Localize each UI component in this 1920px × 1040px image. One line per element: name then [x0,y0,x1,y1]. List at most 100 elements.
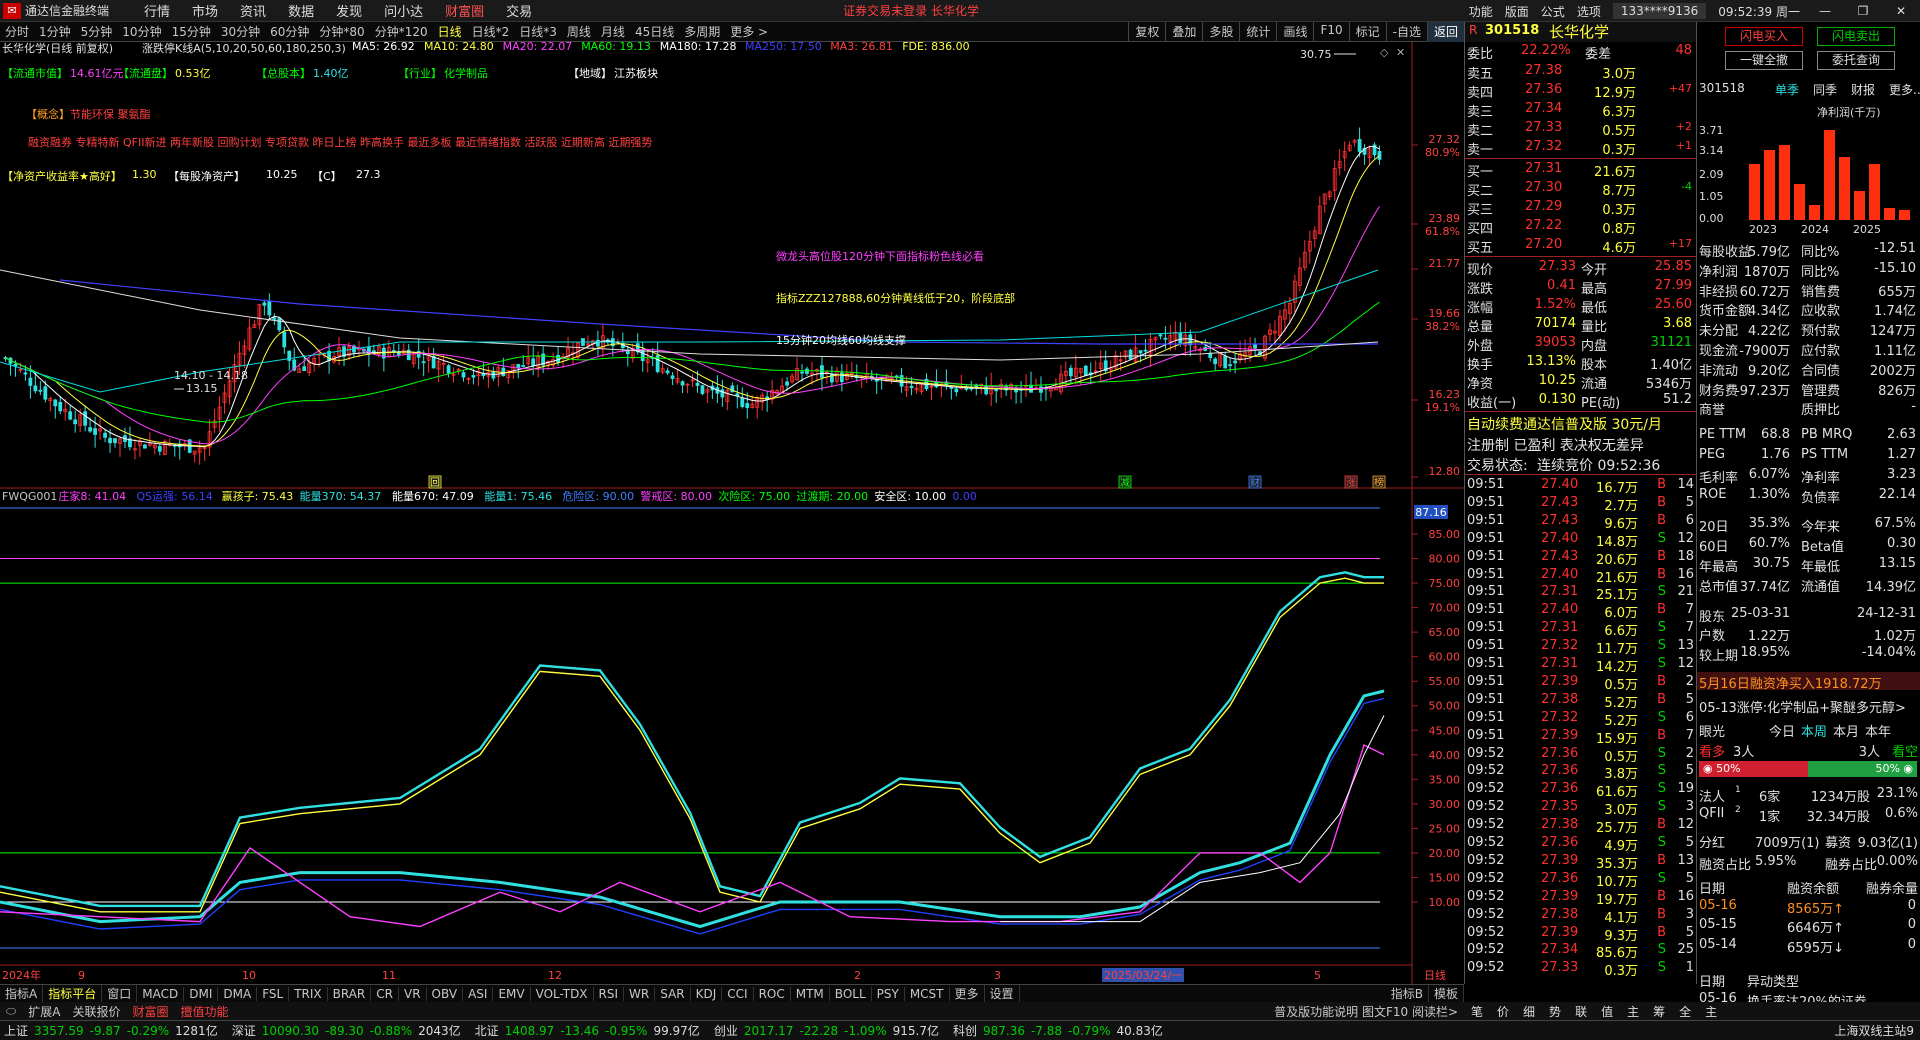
indicator-tab-11[interactable]: OBV [427,986,464,1001]
ask-row-1[interactable]: 卖四 27.36 12.9万 +47 [1465,81,1696,101]
toggle-icon[interactable]: ⬭ [0,1004,22,1019]
bid-row-0[interactable]: 买一 27.31 21.6万 [1465,160,1696,180]
menu-item-5[interactable]: 问小达 [384,1,423,20]
menu-formula[interactable]: 公式 [1541,3,1565,20]
ask-row-0[interactable]: 卖五 27.38 3.0万 [1465,62,1696,82]
period-tab-14[interactable]: 45日线 [635,23,674,40]
view-tab-2[interactable]: 本周 [1801,721,1827,740]
ask-row-3[interactable]: 卖二 27.33 0.5万 +2 [1465,119,1696,139]
help-link[interactable]: 普及版功能说明 图文F10 阅读栏> [1268,1003,1464,1020]
toolbar-btn-2[interactable]: 多股 [1202,22,1239,42]
bid-row-1[interactable]: 买二 27.30 8.7万 -4 [1465,179,1696,199]
kline-chart[interactable]: 27.32 80.9% 23.89 61.8% 21.77 19.66 38.2% 16.23… [0,40,1464,984]
margin-text[interactable]: 5月16日融资净买入1918.72万 [1699,673,1882,692]
index-name-1[interactable]: 深证 [232,1022,256,1039]
toolbar-btn-7[interactable]: -自选 [1385,22,1427,42]
ext-tab-1[interactable]: 关联报价 [66,1003,126,1020]
indicator-tab-9[interactable]: CR [371,986,399,1001]
toolbar-btn-1[interactable]: 叠加 [1165,22,1202,42]
quote-tab-4[interactable]: 联 [1568,1003,1594,1020]
menu-layout[interactable]: 版面 [1505,3,1529,20]
menu-function[interactable]: 功能 [1469,3,1493,20]
period-tab-9[interactable]: 日线 [438,23,462,40]
view-tab-0[interactable]: 眼光 [1699,721,1725,740]
quote-tab-6[interactable]: 主 [1620,1003,1646,1020]
menu-item-6[interactable]: 财富圈 [445,1,484,20]
ext-tab-0[interactable]: 扩展A [22,1003,66,1020]
menu-item-7[interactable]: 交易 [506,1,532,20]
index-name-3[interactable]: 创业 [714,1022,738,1039]
period-tab-7[interactable]: 分钟*80 [319,23,364,40]
menu-item-1[interactable]: 市场 [192,1,218,20]
f10-tab-2[interactable]: 财报 [1851,81,1875,98]
f10-tab-3[interactable]: 更多.. [1889,81,1920,98]
indicator-tab-17[interactable]: SAR [655,986,691,1001]
period-tab-11[interactable]: 日线*3 [519,23,557,40]
indicator-tab-6[interactable]: FSL [257,986,290,1001]
period-tab-3[interactable]: 10分钟 [122,23,161,40]
quote-tab-2[interactable]: 细 [1516,1003,1542,1020]
indicator-tab-0[interactable]: 指标A [0,985,44,1002]
toolbar-btn-3[interactable]: 统计 [1239,22,1276,42]
index-name-0[interactable]: 上证 [4,1022,28,1039]
indicator-tab-20[interactable]: ROC [754,986,791,1001]
quote-tab-9[interactable]: 主 [1698,1003,1724,1020]
limit-text[interactable]: 05-13涨停:化学制品+聚醚多元醇> [1699,697,1906,716]
flash-sell-button[interactable]: 闪电卖出 [1817,27,1895,46]
indicator-tab-26[interactable]: 设置 [985,985,1020,1002]
server-name[interactable]: 上海双线主站9 [1834,1022,1914,1039]
ask-row-4[interactable]: 卖一 27.32 0.3万 +1 [1465,138,1696,158]
cancel-all-button[interactable]: 一键全撤 [1725,51,1803,70]
f10-tab-0[interactable]: 单季 [1775,81,1799,98]
period-tab-2[interactable]: 5分钟 [81,23,113,40]
index-name-2[interactable]: 北证 [475,1022,499,1039]
limit-banner[interactable]: 05-13涨停:化学制品+聚醚多元醇> [1697,696,1920,716]
period-tab-0[interactable]: 分时 [5,23,29,40]
indicator-tab-3[interactable]: MACD [137,986,185,1001]
f10-tab-1[interactable]: 同季 [1813,81,1837,98]
period-tab-15[interactable]: 多周期 [684,23,720,40]
indicator-tab-right-1[interactable]: 模板 [1429,985,1464,1002]
bid-row-4[interactable]: 买五 27.20 4.6万 +17 [1465,236,1696,256]
period-tab-6[interactable]: 60分钟 [270,23,309,40]
quote-tab-7[interactable]: 筹 [1646,1003,1672,1020]
ext-tab-3[interactable]: 擅值功能 [175,1003,235,1020]
menu-item-3[interactable]: 数据 [288,1,314,20]
ad-1-text[interactable]: 自动续费通达信普及版 30元/月 [1467,414,1662,434]
indicator-tab-24[interactable]: MCST [905,986,950,1001]
minimize-icon[interactable]: — [1812,4,1838,18]
indicator-tab-23[interactable]: PSY [872,986,905,1001]
indicator-tab-right-0[interactable]: 指标B [1386,985,1429,1002]
indicator-tab-12[interactable]: ASI [463,986,494,1001]
indicator-tab-13[interactable]: EMV [493,986,531,1001]
bid-row-2[interactable]: 买三 27.29 0.3万 [1465,198,1696,218]
toolbar-btn-6[interactable]: 标记 [1348,22,1386,42]
indicator-tab-10[interactable]: VR [399,986,427,1001]
indicator-tab-8[interactable]: BRAR [328,986,372,1001]
account-id[interactable]: 133****9136 [1612,3,1707,19]
toolbar-btn-5[interactable]: F10 [1313,22,1348,42]
indicator-tab-15[interactable]: RSI [594,986,625,1001]
quote-tab-8[interactable]: 全 [1672,1003,1698,1020]
period-tab-13[interactable]: 月线 [601,23,625,40]
order-query-button[interactable]: 委托查询 [1817,51,1895,70]
bid-row-3[interactable]: 买四 27.22 0.8万 [1465,217,1696,237]
period-tab-4[interactable]: 15分钟 [172,23,211,40]
quote-tab-5[interactable]: 值 [1594,1003,1620,1020]
toolbar-btn-4[interactable]: 画线 [1276,22,1313,42]
maximize-icon[interactable]: ❐ [1850,4,1876,18]
view-tab-4[interactable]: 本年 [1865,721,1891,740]
period-tab-1[interactable]: 1分钟 [39,23,71,40]
indicator-tab-22[interactable]: BOLL [830,986,872,1001]
menu-item-0[interactable]: 行情 [144,1,170,20]
period-tab-16[interactable]: 更多 > [730,23,768,40]
ad-1[interactable]: 自动续费通达信普及版 30元/月 [1465,413,1696,434]
toolbar-btn-8[interactable]: 返回 [1426,22,1464,42]
ad-2[interactable]: 注册制 已盈利 表决权无差异 [1465,434,1696,454]
quote-tab-3[interactable]: 势 [1542,1003,1568,1020]
period-tab-12[interactable]: 周线 [567,23,591,40]
login-warning[interactable]: 证券交易未登录 长华化学 [843,2,979,19]
indicator-tab-2[interactable]: 窗口 [102,985,138,1002]
ext-tab-2[interactable]: 财富圈 [126,1003,174,1020]
indicator-tab-14[interactable]: VOL-TDX [531,986,594,1001]
